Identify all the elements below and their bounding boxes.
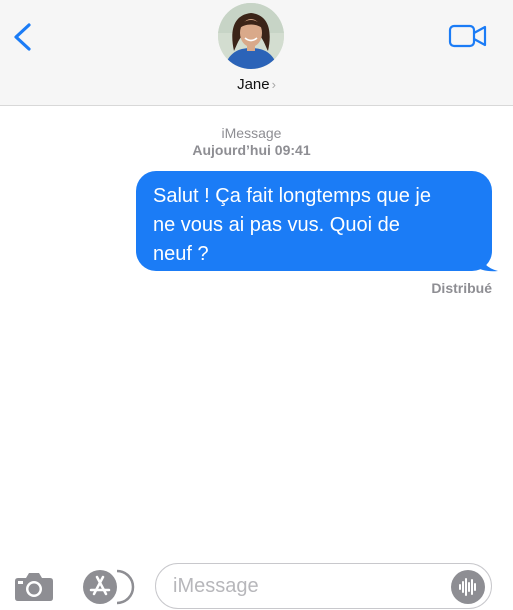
contact-name[interactable]: Jane › <box>0 76 513 93</box>
delivery-status: Distribué <box>431 280 492 296</box>
waveform-glyph <box>459 578 476 596</box>
service-label: iMessage <box>221 125 282 141</box>
bubble-tail <box>474 252 498 272</box>
message-input[interactable]: iMessage <box>155 563 492 609</box>
video-camera-icon[interactable] <box>448 22 488 50</box>
message-line: neuf ? <box>153 243 209 265</box>
camera-icon[interactable] <box>14 569 54 603</box>
waveform-icon[interactable] <box>451 570 485 604</box>
input-placeholder: iMessage <box>173 575 259 597</box>
message-line: Salut ! Ça fait longtemps que je <box>153 185 431 207</box>
chevron-left-icon[interactable] <box>10 22 36 52</box>
app-store-icon[interactable] <box>81 569 135 605</box>
message-line: ne vous ai pas vus. Quoi de <box>153 214 400 236</box>
avatar[interactable] <box>218 3 284 69</box>
contact-photo <box>218 3 284 69</box>
conversation-header: Jane › <box>0 0 513 106</box>
chevron-right-icon: › <box>271 77 276 92</box>
contact-name-label: Jane <box>237 76 270 93</box>
message-timestamp: Aujourd’hui 09:41 <box>192 142 311 158</box>
outgoing-message-bubble[interactable]: Salut ! Ça fait longtemps que je ne vous… <box>136 171 492 271</box>
